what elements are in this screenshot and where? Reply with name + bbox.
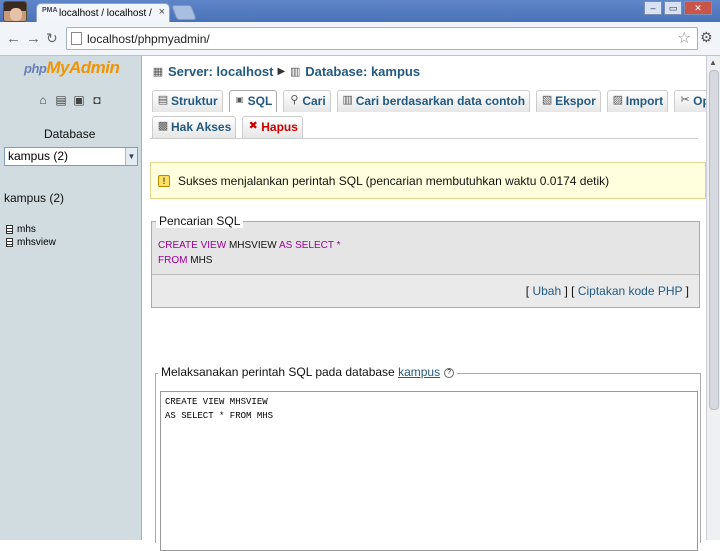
server-icon: ▦ xyxy=(152,65,164,78)
menu-wrench-icon[interactable]: ⚙ xyxy=(700,29,713,46)
back-arrow-icon[interactable]: ← xyxy=(6,30,21,47)
main-content: ▦ Server: localhost ▶ ▥ Database: kampus… xyxy=(142,56,720,551)
browser-toolbar: ← → ↻ localhost/phpmyadmin/ ☆ ⚙ xyxy=(0,22,720,56)
database-link[interactable]: kampus xyxy=(398,365,440,379)
maximize-button[interactable]: ▭ xyxy=(664,1,682,15)
browser-tab[interactable]: PMA localhost / localhost / kampus × xyxy=(36,3,170,23)
breadcrumb-database[interactable]: Database: kampus xyxy=(305,64,420,79)
documentation-icon[interactable]: ▣ xyxy=(73,94,85,106)
page-icon xyxy=(71,32,82,45)
delete-icon: ✖ xyxy=(248,120,258,132)
docs-help-icon[interactable]: ◘ xyxy=(91,94,103,106)
tab-hapus[interactable]: ✖ Hapus xyxy=(242,116,303,138)
navigation-panel: phpMyAdmin ⌂ ▤ ▣ ◘ Database kampus (2) ▼… xyxy=(0,56,142,540)
tab-row-1: ▤ Struktur ▣ SQL ⚲ Cari ▥ Cari berdasark… xyxy=(152,90,720,112)
url-text[interactable]: localhost/phpmyadmin/ xyxy=(87,32,210,46)
chevron-down-icon[interactable]: ▼ xyxy=(125,148,137,165)
forward-arrow-icon[interactable]: → xyxy=(26,30,41,47)
create-php-code-link[interactable]: Ciptakan kode PHP xyxy=(578,284,683,298)
profile-avatar[interactable] xyxy=(3,1,27,22)
window-controls: – ▭ ✕ xyxy=(644,1,712,15)
scroll-up-icon[interactable]: ▲ xyxy=(709,58,717,67)
privileges-icon: ▩ xyxy=(157,120,169,132)
breadcrumb: ▦ Server: localhost ▶ ▥ Database: kampus xyxy=(152,64,420,79)
sql-query-links: [ Ubah ] [ Ciptakan kode PHP ] xyxy=(152,274,699,307)
phpmyadmin-favicon-icon: PMA xyxy=(42,7,58,14)
database-heading[interactable]: kampus (2) xyxy=(4,191,64,205)
address-bar[interactable]: localhost/phpmyadmin/ xyxy=(66,27,698,50)
run-sql-legend: Melaksanakan perintah SQL pada database … xyxy=(158,365,458,379)
tab-close-icon[interactable]: × xyxy=(159,6,165,18)
sql-icon: ▣ xyxy=(235,95,244,104)
tab-title: localhost / localhost / kampus xyxy=(59,8,155,19)
tab-import[interactable]: ▨ Import xyxy=(606,90,669,112)
home-icon[interactable]: ⌂ xyxy=(37,94,49,106)
tab-row-2: ▩ Hak Akses ✖ Hapus xyxy=(152,116,303,138)
new-tab-button[interactable] xyxy=(171,5,197,20)
table-item-mhsview[interactable]: mhsview xyxy=(6,236,56,249)
table-list: mhs mhsview xyxy=(6,223,56,249)
sql-query-legend: Pencarian SQL xyxy=(156,214,244,228)
structure-icon: ▤ xyxy=(157,94,169,106)
success-notice: ! Sukses menjalankan perintah SQL (penca… xyxy=(150,162,706,199)
window-close-button[interactable]: ✕ xyxy=(684,1,712,15)
sql-query-code: CREATE VIEW MHSVIEW AS SELECT * FROM MHS xyxy=(158,240,341,266)
reload-icon[interactable]: ↻ xyxy=(46,30,58,47)
breadcrumb-separator-icon: ▶ xyxy=(277,66,286,77)
tab-hak-akses[interactable]: ▩ Hak Akses xyxy=(152,116,237,138)
bookmark-star-icon[interactable]: ☆ xyxy=(677,28,691,48)
tab-sql[interactable]: ▣ SQL xyxy=(228,90,278,112)
tab-divider xyxy=(150,138,698,139)
help-icon[interactable]: ? xyxy=(444,367,455,378)
sql-query-box: Pencarian SQL CREATE VIEW MHSVIEW AS SEL… xyxy=(151,214,700,308)
nav-icon-bar: ⌂ ▤ ▣ ◘ xyxy=(37,94,103,106)
database-label: Database xyxy=(44,127,96,141)
table-icon xyxy=(6,238,13,247)
query-icon: ▥ xyxy=(342,94,353,106)
import-icon: ▨ xyxy=(612,94,623,106)
database-select[interactable]: kampus (2) ▼ xyxy=(4,147,138,166)
phpmyadmin-logo[interactable]: phpMyAdmin xyxy=(24,58,120,78)
page-scrollbar[interactable]: ▲ xyxy=(706,56,720,540)
table-item-mhs[interactable]: mhs xyxy=(6,223,56,236)
table-icon xyxy=(6,225,13,234)
run-sql-box: Melaksanakan perintah SQL pada database … xyxy=(155,365,701,551)
tab-cari-data-contoh[interactable]: ▥ Cari berdasarkan data contoh xyxy=(336,90,531,112)
tab-cari[interactable]: ⚲ Cari xyxy=(283,90,331,112)
edit-query-link[interactable]: Ubah xyxy=(532,284,561,298)
notice-icon: ! xyxy=(158,175,170,187)
export-icon: ▧ xyxy=(541,94,553,106)
minimize-button[interactable]: – xyxy=(644,1,662,15)
operations-icon: ✂ xyxy=(680,94,690,106)
browser-tabstrip: PMA localhost / localhost / kampus × – ▭… xyxy=(0,0,720,23)
sql-textarea[interactable]: CREATE VIEW MHSVIEW AS SELECT * FROM MHS xyxy=(160,391,698,551)
breadcrumb-server[interactable]: Server: localhost xyxy=(168,64,274,79)
database-icon: ▥ xyxy=(290,65,301,78)
notice-text: Sukses menjalankan perintah SQL (pencari… xyxy=(178,174,610,188)
tab-struktur[interactable]: ▤ Struktur xyxy=(152,90,223,112)
sql-query-window-icon[interactable]: ▤ xyxy=(55,94,67,106)
scrollbar-thumb[interactable] xyxy=(709,70,719,410)
search-icon: ⚲ xyxy=(290,94,299,106)
tab-ekspor[interactable]: ▧ Ekspor xyxy=(536,90,601,112)
